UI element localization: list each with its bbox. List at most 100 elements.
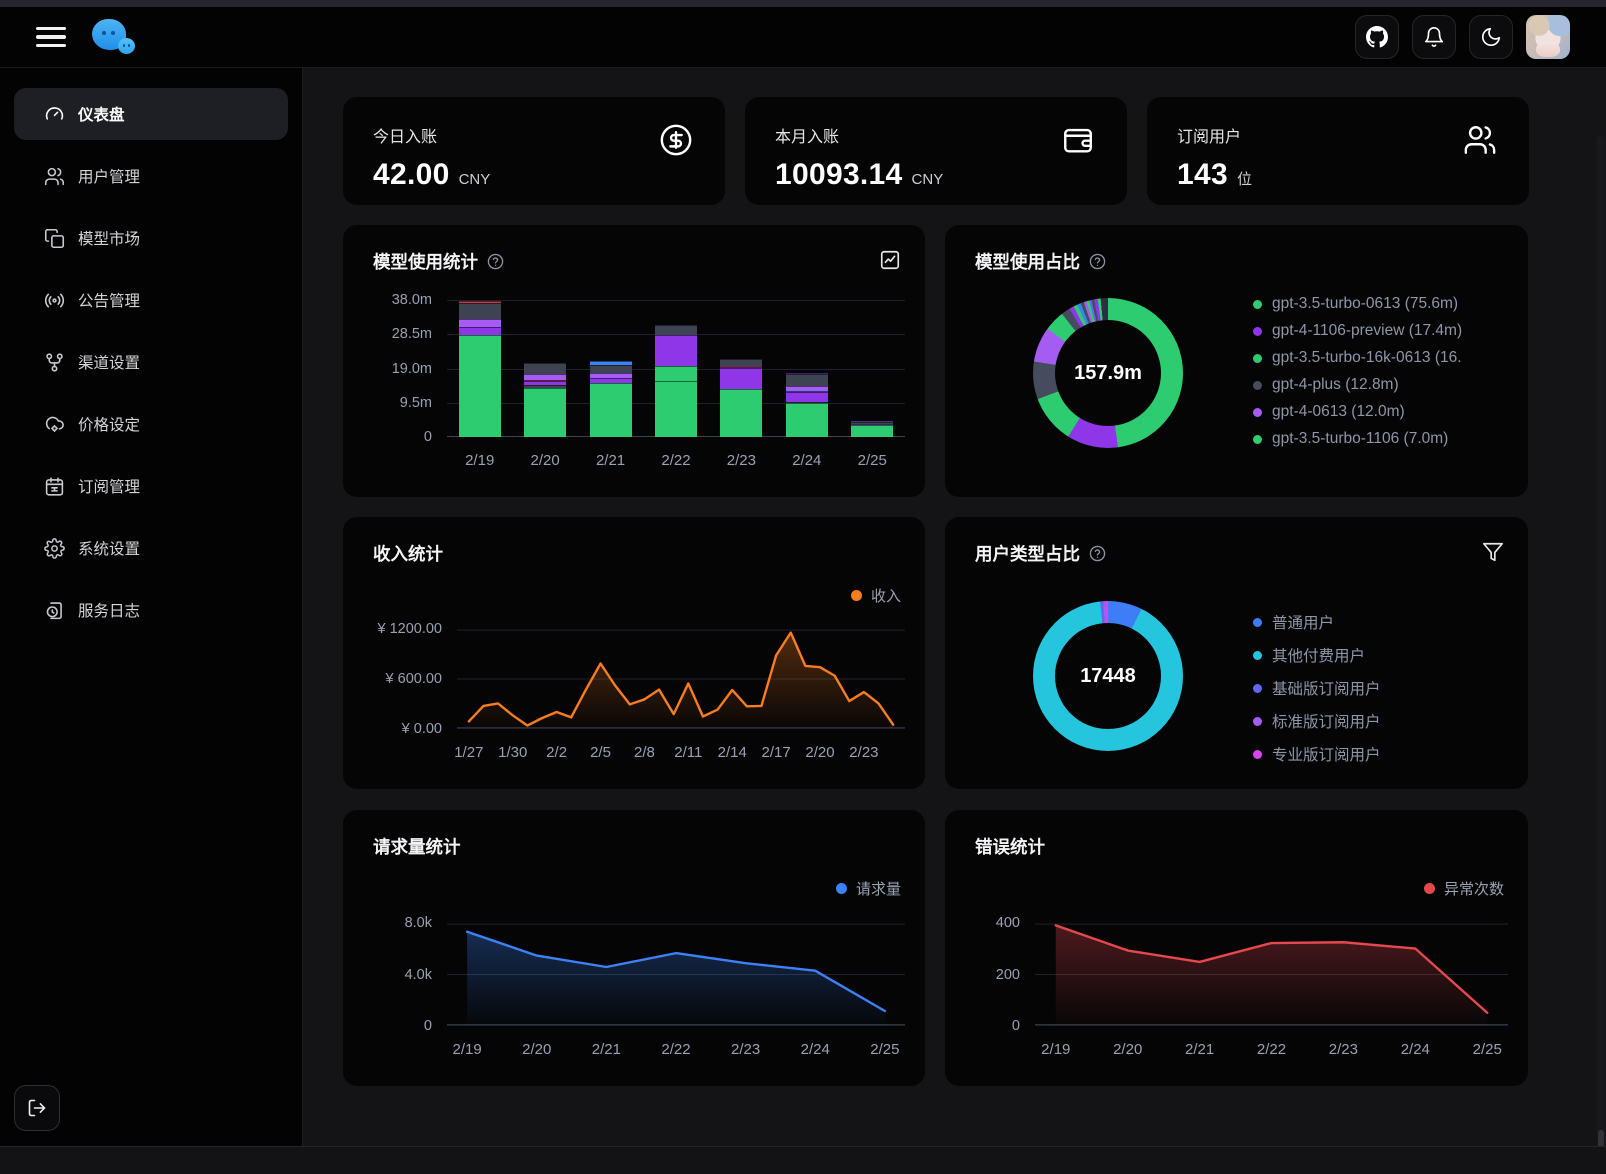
- legend-errors[interactable]: 异常次数: [1424, 878, 1504, 899]
- bar-segment: [524, 388, 566, 437]
- card-request-stats: 请求量统计 请求量 8.0k4.0k02/192/202/212/222/232…: [343, 810, 925, 1086]
- legend-label: 基础版订阅用户: [1272, 677, 1381, 699]
- legend-dot: [1253, 618, 1262, 627]
- legend-item[interactable]: 基础版订阅用户: [1253, 677, 1381, 699]
- topbar: [0, 7, 1606, 68]
- bar-2/23: [720, 300, 762, 437]
- legend-item[interactable]: gpt-4-1106-preview (17.4m): [1253, 322, 1515, 340]
- bar-segment: [720, 368, 762, 389]
- stat-label: 订阅用户: [1177, 123, 1499, 147]
- wallet-icon: [1061, 123, 1095, 162]
- chat-bubbles-logo: [92, 16, 142, 58]
- hamburger-menu-button[interactable]: [36, 24, 66, 50]
- legend-item[interactable]: 标准版订阅用户: [1253, 710, 1381, 732]
- users-icon: [44, 166, 65, 187]
- x-tick: 2/24: [801, 1041, 830, 1058]
- x-axis-labels: 1/271/302/22/52/82/112/142/172/202/23: [457, 729, 905, 763]
- x-tick: 2/23: [720, 452, 762, 471]
- sidebar-item-4[interactable]: 公告管理: [14, 274, 288, 326]
- sidebar-item-5[interactable]: 渠道设置: [14, 336, 288, 388]
- donut-hole: 157.9m: [1055, 320, 1161, 426]
- stat-card-subscribers: 订阅用户 143 位: [1147, 97, 1529, 205]
- stat-unit: 位: [1237, 168, 1252, 189]
- window-top-strip: [0, 0, 1606, 7]
- sidebar-item-7[interactable]: 订阅管理: [14, 460, 288, 512]
- legend-label: gpt-4-1106-preview (17.4m): [1272, 322, 1462, 340]
- user-avatar[interactable]: [1526, 15, 1570, 59]
- x-tick: 2/19: [459, 452, 501, 471]
- card-error-stats: 错误统计 异常次数 40020002/192/202/212/222/232/2…: [945, 810, 1528, 1086]
- legend-item[interactable]: gpt-4-plus (12.8m): [1253, 376, 1515, 394]
- legend-label: gpt-4-plus (12.8m): [1272, 376, 1399, 394]
- y-tick: 9.5m: [400, 395, 432, 411]
- stat-value: 10093.14: [775, 158, 903, 192]
- line-plot-area: [447, 923, 905, 1026]
- sidebar-nav: 仪表盘用户管理模型市场公告管理渠道设置价格设定订阅管理系统设置服务日志: [0, 68, 302, 636]
- scrollbar[interactable]: [1597, 136, 1605, 1174]
- line-chart-icon[interactable]: [879, 249, 901, 271]
- y-tick: 38.0m: [392, 292, 432, 308]
- y-tick: 8.0k: [405, 915, 432, 931]
- bar-segment: [720, 389, 762, 437]
- card-income-stats: 收入统计 收入 ¥ 1200.00¥ 600.00¥ 0.001/271/302…: [343, 517, 925, 789]
- sidebar-item-label: 系统设置: [78, 537, 140, 559]
- x-tick: 2/8: [634, 744, 655, 761]
- bar-segment: [655, 366, 697, 382]
- bar-segment: [459, 335, 501, 437]
- sidebar-item-2[interactable]: 用户管理: [14, 150, 288, 202]
- sidebar-item-8[interactable]: 系统设置: [14, 522, 288, 574]
- stat-value: 42.00: [373, 158, 450, 192]
- sidebar: 仪表盘用户管理模型市场公告管理渠道设置价格设定订阅管理系统设置服务日志: [0, 68, 303, 1146]
- legend-item[interactable]: gpt-3.5-turbo-16k-0613 (16.: [1253, 349, 1515, 367]
- legend-dot: [836, 883, 847, 894]
- bar-2/21: [590, 300, 632, 437]
- x-tick: 2/22: [655, 452, 697, 471]
- bar-segment: [786, 392, 828, 401]
- sidebar-item-6[interactable]: 价格设定: [14, 398, 288, 450]
- logout-button[interactable]: [14, 1085, 60, 1131]
- model-share-donut: 157.9m: [1033, 298, 1183, 448]
- bar-segment: [786, 403, 828, 437]
- subscribers-icon: [1463, 123, 1497, 162]
- theme-toggle-button[interactable]: [1469, 15, 1513, 59]
- x-tick: 2/20: [805, 744, 834, 761]
- bar-segment: [655, 325, 697, 335]
- x-tick: 1/27: [454, 744, 483, 761]
- filter-icon[interactable]: [1482, 541, 1504, 563]
- y-tick: 200: [996, 967, 1020, 983]
- logout-icon: [27, 1098, 47, 1118]
- help-icon[interactable]: [487, 253, 504, 270]
- bar-segment: [786, 374, 828, 386]
- legend-dot: [1253, 354, 1262, 363]
- legend-income[interactable]: 收入: [851, 585, 901, 606]
- dollar-circle-icon: [659, 123, 693, 162]
- legend-item[interactable]: 其他付费用户: [1253, 644, 1381, 666]
- x-tick: 2/24: [1401, 1041, 1430, 1058]
- help-icon[interactable]: [1089, 545, 1106, 562]
- legend-label: 收入: [871, 585, 901, 606]
- sidebar-item-9[interactable]: 服务日志: [14, 584, 288, 636]
- sidebar-item-label: 订阅管理: [78, 475, 140, 497]
- legend-label: 专业版订阅用户: [1272, 743, 1381, 765]
- bar-2/22: [655, 300, 697, 437]
- legend-item[interactable]: gpt-4-0613 (12.0m): [1253, 403, 1515, 421]
- sidebar-item-label: 价格设定: [78, 413, 140, 435]
- sidebar-item-3[interactable]: 模型市场: [14, 212, 288, 264]
- legend-item[interactable]: gpt-3.5-turbo-1106 (7.0m): [1253, 430, 1515, 448]
- legend-requests[interactable]: 请求量: [836, 878, 901, 899]
- notifications-button[interactable]: [1412, 15, 1456, 59]
- legend-item[interactable]: gpt-3.5-turbo-0613 (75.6m): [1253, 295, 1515, 313]
- x-tick: 2/19: [453, 1041, 482, 1058]
- sidebar-item-1[interactable]: 仪表盘: [14, 88, 288, 140]
- legend-item[interactable]: 专业版订阅用户: [1253, 743, 1381, 765]
- legend-item[interactable]: 普通用户: [1253, 611, 1381, 633]
- bar-segment: [524, 363, 566, 374]
- x-tick: 2/23: [1329, 1041, 1358, 1058]
- github-button[interactable]: [1355, 15, 1399, 59]
- help-icon[interactable]: [1089, 253, 1106, 270]
- y-tick: 400: [996, 915, 1020, 931]
- card-title: 错误统计: [975, 834, 1045, 859]
- bar-segment: [459, 319, 501, 327]
- bar-segment: [590, 383, 632, 437]
- legend-dot: [1253, 651, 1262, 660]
